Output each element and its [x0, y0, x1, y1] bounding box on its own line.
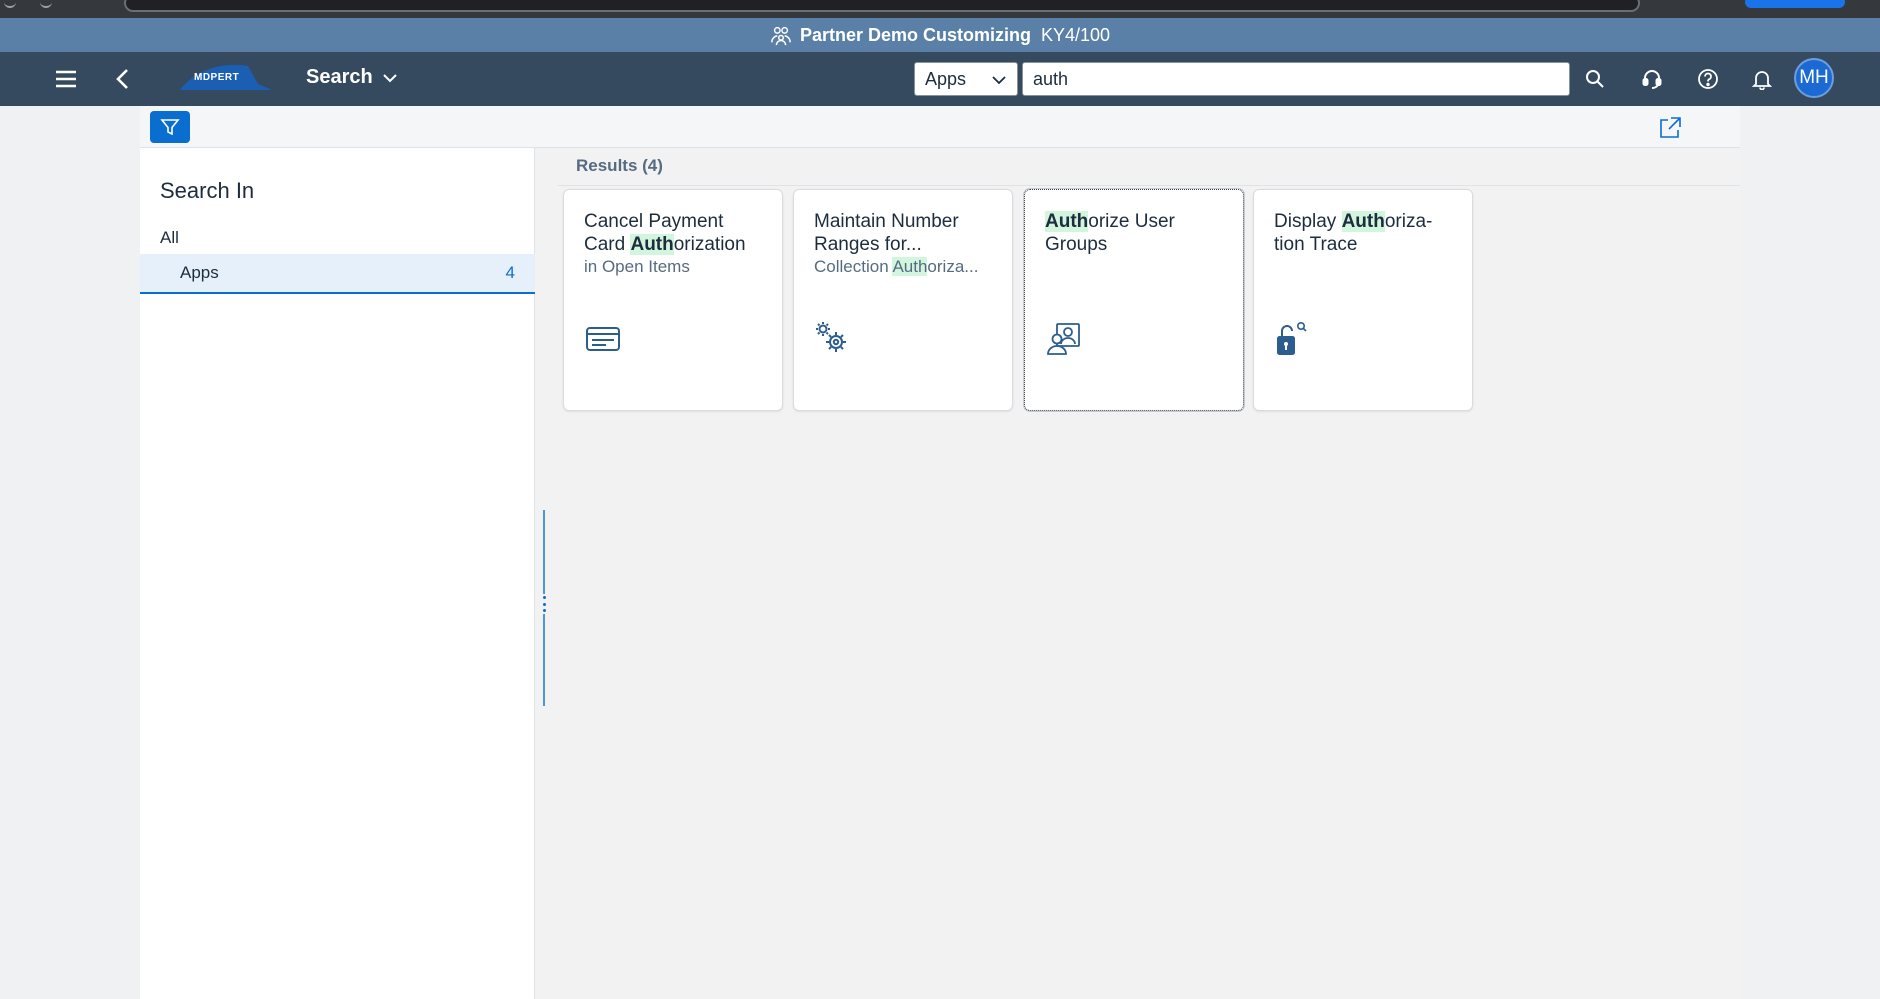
filter-icon	[160, 119, 180, 136]
back-icon[interactable]	[110, 66, 136, 92]
shell-title[interactable]: Search	[306, 66, 399, 89]
splitter-grip-icon[interactable]	[541, 594, 547, 614]
browser-address-bar[interactable]	[124, 0, 1640, 12]
chevron-down-icon	[992, 76, 1006, 85]
share-icon[interactable]	[1656, 114, 1684, 142]
system-client: KY4/100	[1040, 24, 1111, 45]
search-button[interactable]	[1580, 64, 1610, 94]
results-toolbar	[140, 106, 1740, 148]
support-button[interactable]	[1637, 64, 1667, 94]
facet-heading: Search In	[160, 178, 255, 203]
tile-title: Maintain Number Ranges for...	[814, 211, 959, 255]
facet-item-apps-label: Apps	[180, 263, 219, 282]
search-scope-value: Apps	[925, 68, 967, 89]
app-tile-authorize-user-groups[interactable]: Authorize User Groups	[1024, 189, 1244, 411]
notifications-button[interactable]	[1747, 64, 1777, 94]
user-avatar[interactable]: MH	[1794, 58, 1834, 98]
shell-header: MDPERT Search Apps MH	[0, 52, 1880, 106]
help-button[interactable]	[1693, 64, 1723, 94]
browser-forward-glyph	[40, 0, 52, 8]
system-people-icon	[771, 26, 791, 46]
credit-card-icon	[586, 327, 620, 351]
tile-subtitle: in Open Items	[584, 257, 690, 276]
chevron-down-icon	[383, 73, 397, 82]
logo-text: MDPERT	[194, 72, 240, 83]
tile-subtitle: Collection Authoriza...	[814, 257, 979, 276]
headset-icon	[1642, 70, 1662, 89]
search-scope-select[interactable]: Apps	[914, 62, 1018, 96]
tile-title: Display Authoriza-tion Trace	[1274, 211, 1433, 255]
unlock-search-icon	[1277, 321, 1307, 355]
app-tile-cancel-payment-card-authorization[interactable]: Cancel Payment Card Authorization in Ope…	[563, 189, 783, 411]
app-tile-maintain-number-ranges[interactable]: Maintain Number Ranges for... Collection…	[793, 189, 1013, 411]
search-input[interactable]	[1022, 62, 1570, 96]
facet-panel: Search In All Apps 4	[140, 148, 535, 999]
filter-button[interactable]	[150, 111, 190, 143]
user-group-icon	[1047, 323, 1080, 355]
results-divider	[558, 185, 1740, 186]
bell-icon	[1751, 71, 1773, 90]
browser-chrome	[0, 0, 1880, 18]
tile-title: Cancel Payment Card Authorization	[584, 211, 746, 255]
browser-back-glyph	[4, 0, 16, 8]
menu-icon[interactable]	[52, 66, 80, 92]
settings-gears-icon	[816, 322, 846, 352]
search-icon	[1586, 70, 1604, 88]
app-tile-display-authorization-trace[interactable]: Display Authoriza-tion Trace	[1253, 189, 1473, 411]
tile-title: Authorize User Groups	[1045, 211, 1175, 255]
facet-item-apps[interactable]: Apps 4	[140, 254, 535, 294]
browser-profile-button[interactable]	[1745, 0, 1845, 8]
facet-item-all[interactable]: All	[160, 228, 179, 248]
results-count-label: Results (4)	[576, 156, 663, 175]
help-icon	[1698, 69, 1718, 89]
system-bar: Partner Demo Customizing KY4/100	[0, 18, 1880, 52]
facet-item-apps-count: 4	[505, 263, 515, 282]
system-name: Partner Demo Customizing	[799, 24, 1031, 45]
search-page: Search In All Apps 4 Results (4) Cancel …	[140, 106, 1740, 999]
shell-title-text: Search	[306, 66, 373, 88]
